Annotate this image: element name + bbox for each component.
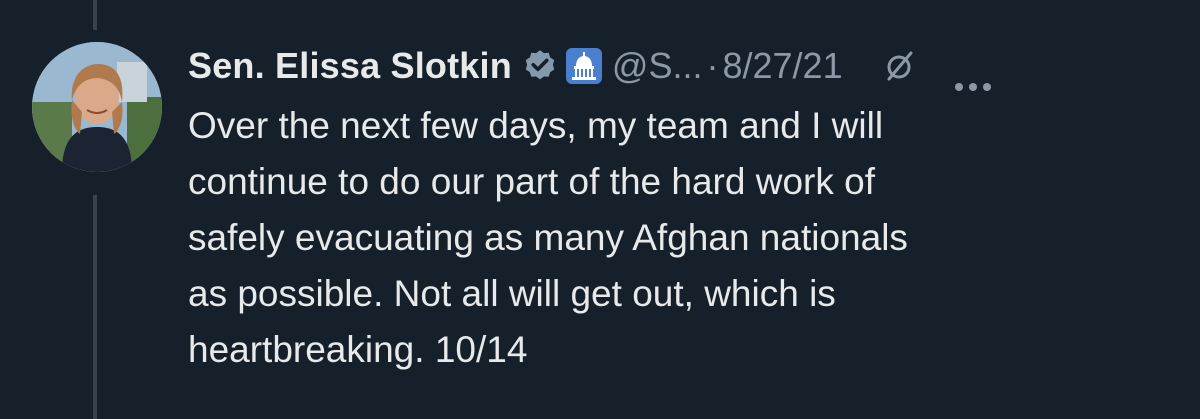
user-handle[interactable]: @S... [612,45,703,87]
capitol-dome-icon[interactable] [565,48,602,84]
thread-connector-bottom [93,195,97,419]
timestamp[interactable]: 8/27/21 [722,45,842,87]
avatar-photo [32,42,162,172]
display-name[interactable]: Sen. Elissa Slotkin [188,45,512,87]
tweet[interactable]: Sen. Elissa Slotkin @S... · 8/27/21 Over… [188,38,1178,378]
slashed-circle-icon[interactable] [883,49,917,83]
verified-badge-icon[interactable] [522,48,558,84]
more-options-icon[interactable] [953,60,993,91]
header-separator: · [706,45,719,86]
tweet-header: Sen. Elissa Slotkin @S... · 8/27/21 [188,38,1178,94]
thread-connector-top [93,0,97,30]
tweet-text: Over the next few days, my team and I wi… [188,105,908,370]
avatar[interactable] [32,42,162,172]
